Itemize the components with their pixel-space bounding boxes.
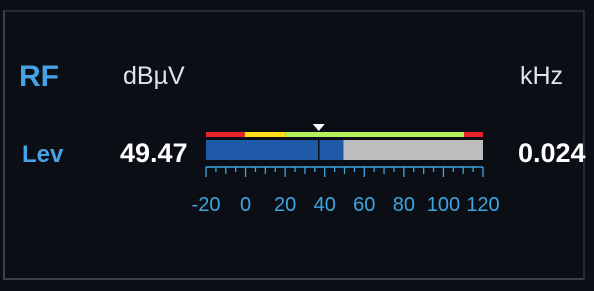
scale-label: 40 [313,194,336,216]
scale-label: 100 [426,194,461,216]
scale-label: 20 [274,194,297,216]
meter-level-fill [206,140,344,160]
scale-label: -20 [191,194,221,216]
scale-label: 80 [392,194,415,216]
scale-label: 0 [240,194,252,216]
meter-scale [205,166,484,177]
band-high-segment [464,132,483,137]
scale-label: 120 [466,194,500,216]
band-low-segment [206,132,245,137]
scale-label: 60 [353,194,376,216]
level-meter [205,124,484,177]
meter-color-band [206,132,483,137]
band-good-segment [285,132,465,137]
rf-panel: RF dBµV kHz Lev 49.47 0.024 -20 0 20 40 60 80… [0,0,594,291]
band-mid-segment [244,132,286,137]
meter-pointer-icon [312,124,325,131]
